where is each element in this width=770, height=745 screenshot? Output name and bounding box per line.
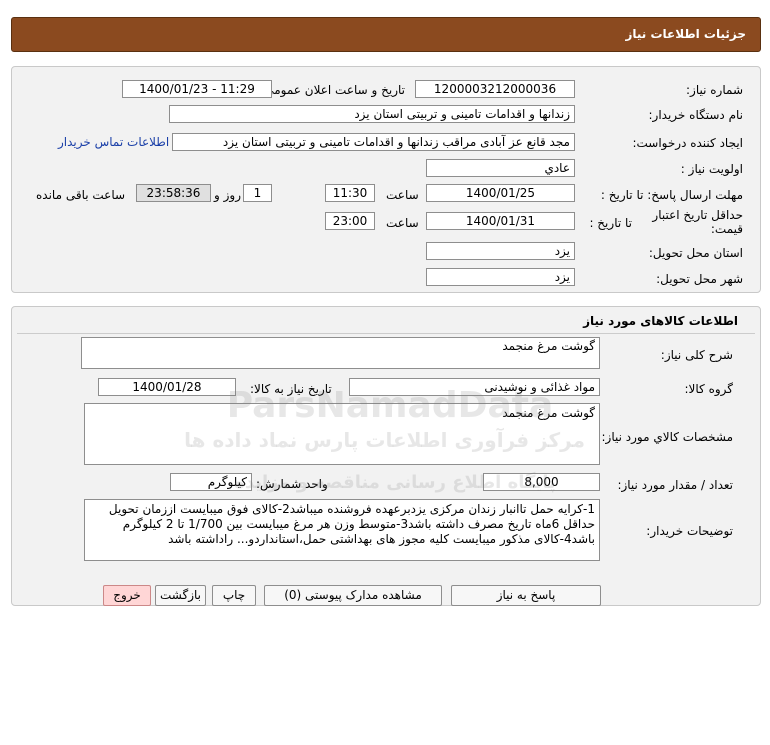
buyer-notes-label: توضیحات خریدار: (646, 524, 733, 538)
exit-button[interactable]: خروج (103, 585, 151, 606)
buyer-org-label: نام دستگاه خریدار: (648, 108, 744, 122)
reply-button[interactable]: پاسخ به نیاز (451, 585, 601, 606)
watermark-line-1: ParsNamadData (226, 385, 554, 426)
validity-date-field: 1400/01/31 (426, 212, 575, 230)
need-number-field: 1200003212000036 (415, 80, 575, 98)
priority-field: عادي (426, 159, 575, 177)
page-title: جزئیات اطلاعات نیاز (625, 27, 746, 41)
remaining-time-field: 23:58:36 (136, 184, 211, 202)
days-field: 1 (243, 184, 272, 202)
priority-label: اولویت نیاز : (680, 162, 743, 176)
deadline-time-label: ساعت (386, 188, 419, 202)
requester-field: مجد قانع عز آبادی مراقب زندانها و اقداما… (172, 133, 575, 151)
back-button[interactable]: بازگشت (155, 585, 206, 606)
province-field: یزد (426, 242, 575, 260)
general-desc-field: گوشت مرغ منجمد (81, 337, 600, 369)
remaining-label: ساعت باقی مانده (36, 188, 126, 202)
need-number-label: شماره نیاز: (686, 83, 743, 97)
watermark-line-2: مرکز فرآوری اطلاعات پارس نماد داده ها (184, 428, 585, 452)
view-attachments-button[interactable]: مشاهده مدارک پیوستی (0) (264, 585, 442, 606)
buyer-org-field: زندانها و اقدامات تامینی و تربیتی استان … (169, 105, 575, 123)
validity-time-label: ساعت (386, 216, 419, 230)
province-label: استان محل تحویل: (648, 246, 743, 260)
goods-section-title: اطلاعات کالاهای مورد نیاز (583, 314, 738, 328)
print-button[interactable]: چاپ (212, 585, 256, 606)
buyer-contact-link[interactable]: اطلاعات تماس خریدار (58, 135, 169, 149)
page-header: جزئیات اطلاعات نیاز (11, 17, 761, 52)
requester-label: ایجاد کننده درخواست: (632, 136, 743, 150)
deadline-label: مهلت ارسال پاسخ: تا تاریخ : (600, 188, 743, 202)
validity-to-label: تا تاریخ : (589, 216, 632, 230)
days-label: روز و (214, 188, 241, 202)
group-label: گروه کالا: (684, 382, 734, 396)
qty-label: تعداد / مقدار مورد نیاز: (617, 478, 733, 492)
specs-label: مشخصات كالاي مورد نياز: (601, 430, 733, 444)
announce-field: 1400/01/23 - 11:29 (122, 80, 272, 98)
validity-time-field: 23:00 (325, 212, 375, 230)
general-desc-label: شرح کلی نیاز: (660, 348, 733, 362)
buyer-notes-field: 1-کرایه حمل تاانبار زندان مرکزی یزدبرعهد… (84, 499, 600, 561)
watermark-line-3: پایگاه اطلاع رسانی مناقصه و مزایده (234, 472, 556, 493)
deadline-time-field: 11:30 (325, 184, 375, 202)
city-label: شهر محل تحویل: (656, 272, 743, 286)
city-field: یزد (426, 268, 575, 286)
announce-label: تاریخ و ساعت اعلان عمومی: (260, 83, 405, 97)
section-divider (17, 333, 755, 334)
validity-label: حداقل تاریخ اعتبار قیمت: (652, 208, 743, 236)
deadline-date-field: 1400/01/25 (426, 184, 575, 202)
